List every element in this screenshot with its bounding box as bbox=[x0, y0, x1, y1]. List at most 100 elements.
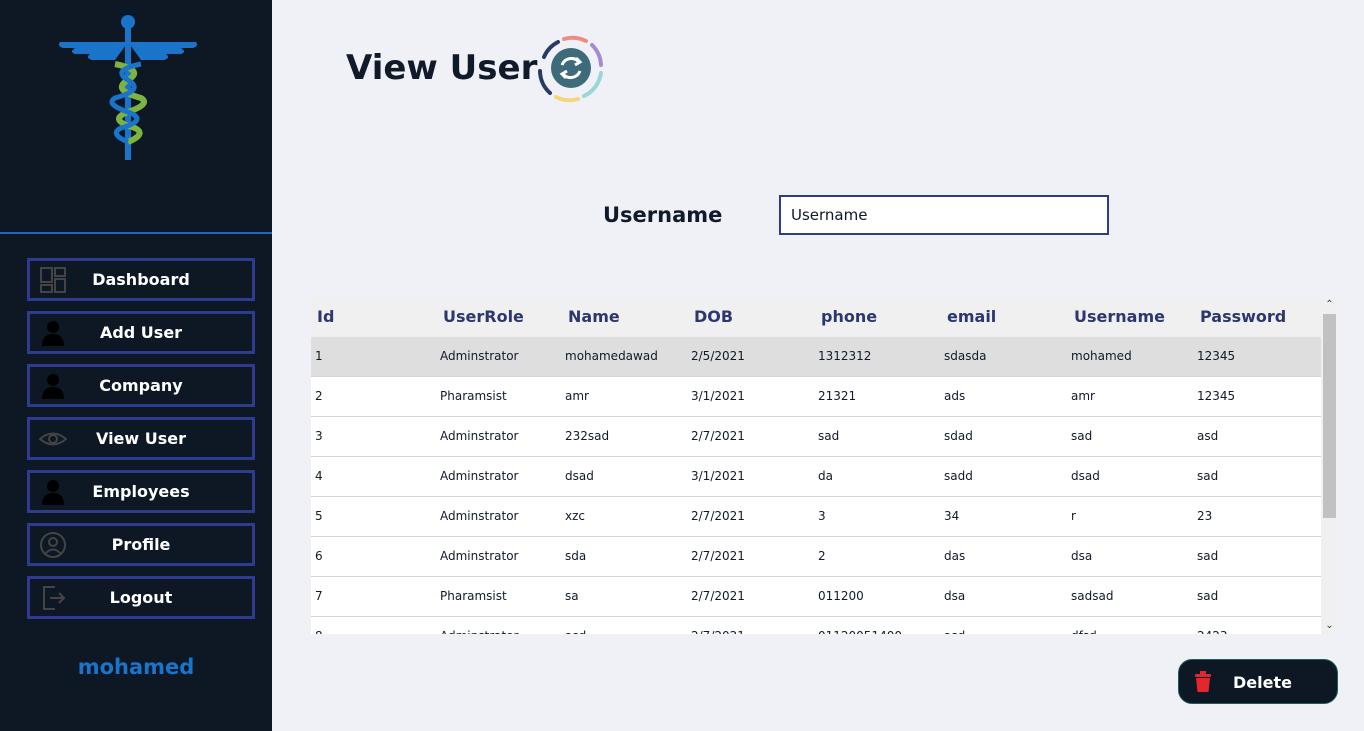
cell-id: 3 bbox=[315, 429, 323, 443]
eye-icon bbox=[39, 432, 67, 446]
cell-username: r bbox=[1071, 509, 1076, 523]
cell-phone: 01120051400 bbox=[818, 629, 902, 634]
cell-name: xzc bbox=[565, 509, 585, 523]
refresh-icon[interactable] bbox=[532, 31, 610, 107]
username-label: Username bbox=[603, 203, 723, 227]
nav-add-user-label: Add User bbox=[99, 323, 183, 342]
column-header-userrole[interactable]: UserRole bbox=[443, 307, 524, 326]
cell-userrole: Pharamsist bbox=[440, 389, 507, 403]
nav-logout-label: Logout bbox=[109, 588, 173, 607]
cell-password: asd bbox=[1197, 429, 1219, 443]
delete-button[interactable]: Delete bbox=[1178, 659, 1338, 704]
table-header: Id UserRole Name DOB phone email Usernam… bbox=[311, 297, 1321, 337]
column-header-dob[interactable]: DOB bbox=[694, 307, 733, 326]
column-header-password[interactable]: Password bbox=[1200, 307, 1286, 326]
cell-phone: 3 bbox=[818, 509, 826, 523]
cell-id: 6 bbox=[315, 549, 323, 563]
column-header-email[interactable]: email bbox=[947, 307, 996, 326]
nav-logout-button[interactable]: Logout bbox=[27, 576, 255, 619]
cell-id: 2 bbox=[315, 389, 323, 403]
nav-company-button[interactable]: Company bbox=[27, 364, 255, 407]
cell-name: 232sad bbox=[565, 429, 610, 443]
cell-name: asd bbox=[565, 629, 586, 634]
nav-profile-button[interactable]: Profile bbox=[27, 523, 255, 566]
user-icon bbox=[42, 321, 64, 346]
cell-email: das bbox=[944, 549, 966, 563]
sidebar: Dashboard Add User Company View User Emp… bbox=[0, 0, 272, 731]
nav-view-user-label: View User bbox=[95, 429, 187, 448]
cell-password: 12345 bbox=[1197, 389, 1236, 403]
table-scrollbar[interactable]: ⌃ ⌄ bbox=[1321, 297, 1338, 634]
cell-phone: 011200 bbox=[818, 589, 864, 603]
cell-name: dsad bbox=[565, 469, 594, 483]
table-row[interactable]: 7 Pharamsist sa 2/7/2021 011200 dsa sadsad sad bbox=[311, 577, 1321, 617]
sidebar-divider bbox=[0, 232, 272, 234]
cell-username: amr bbox=[1071, 389, 1095, 403]
cell-email: asd bbox=[944, 629, 965, 634]
cell-name: amr bbox=[565, 389, 589, 403]
cell-dob: 2/5/2021 bbox=[691, 349, 745, 363]
user-icon bbox=[42, 374, 64, 399]
cell-username: dsa bbox=[1071, 549, 1093, 563]
page-title: View User bbox=[346, 48, 538, 88]
cell-dob: 2/7/2021 bbox=[691, 629, 745, 634]
scroll-up-icon[interactable]: ⌃ bbox=[1321, 297, 1338, 313]
cell-dob: 2/7/2021 bbox=[691, 509, 745, 523]
cell-dob: 3/1/2021 bbox=[691, 469, 745, 483]
cell-id: 4 bbox=[315, 469, 323, 483]
current-user-name: mohamed bbox=[77, 655, 195, 679]
table-row[interactable]: 1 Adminstrator mohamedawad 2/5/2021 1312312 s… bbox=[311, 337, 1321, 377]
table-row[interactable]: 8 Adminstrator asd 2/7/2021 01120051400 asd df… bbox=[311, 617, 1321, 634]
cell-email: sdad bbox=[944, 429, 973, 443]
table-row[interactable]: 4 Adminstrator dsad 3/1/2021 da sadd dsad sad bbox=[311, 457, 1321, 497]
nav-add-user-button[interactable]: Add User bbox=[27, 311, 255, 354]
cell-password: sad bbox=[1197, 589, 1219, 603]
cell-password: sad bbox=[1197, 469, 1219, 483]
cell-password: sad bbox=[1197, 549, 1219, 563]
caduceus-logo bbox=[59, 15, 197, 160]
table-row[interactable]: 6 Adminstrator sda 2/7/2021 2 das dsa sad bbox=[311, 537, 1321, 577]
cell-phone: 1312312 bbox=[818, 349, 872, 363]
nav-dashboard-button[interactable]: Dashboard bbox=[27, 258, 255, 301]
delete-label: Delete bbox=[1233, 673, 1292, 692]
nav-profile-label: Profile bbox=[111, 535, 171, 554]
cell-email: sdasda bbox=[944, 349, 987, 363]
dashboard-icon bbox=[40, 267, 66, 293]
cell-email: ads bbox=[944, 389, 966, 403]
cell-dob: 2/7/2021 bbox=[691, 549, 745, 563]
table-row[interactable]: 2 Pharamsist amr 3/1/2021 21321 ads amr 12345 bbox=[311, 377, 1321, 417]
cell-email: sadd bbox=[944, 469, 973, 483]
cell-name: sa bbox=[565, 589, 579, 603]
cell-userrole: Adminstrator bbox=[440, 469, 519, 483]
nav-company-label: Company bbox=[99, 376, 183, 395]
cell-username: sadsad bbox=[1071, 589, 1114, 603]
column-header-name[interactable]: Name bbox=[568, 307, 620, 326]
cell-username: mohamed bbox=[1071, 349, 1132, 363]
cell-userrole: Adminstrator bbox=[440, 549, 519, 563]
cell-userrole: Adminstrator bbox=[440, 349, 519, 363]
cell-email: 34 bbox=[944, 509, 960, 523]
cell-username: dsad bbox=[1071, 469, 1100, 483]
scroll-thumb[interactable] bbox=[1323, 314, 1336, 518]
username-search-input[interactable] bbox=[779, 195, 1109, 235]
scroll-down-icon[interactable]: ⌄ bbox=[1321, 618, 1338, 634]
cell-id: 1 bbox=[315, 349, 323, 363]
logout-icon bbox=[43, 586, 66, 610]
nav-view-user-button[interactable]: View User bbox=[27, 417, 255, 460]
cell-password: 12345 bbox=[1197, 349, 1236, 363]
column-header-phone[interactable]: phone bbox=[821, 307, 877, 326]
nav-employees-button[interactable]: Employees bbox=[27, 470, 255, 513]
user-icon bbox=[42, 480, 64, 505]
table-row[interactable]: 3 Adminstrator 232sad 2/7/2021 sad sdad sad asd bbox=[311, 417, 1321, 457]
cell-name: sda bbox=[565, 549, 587, 563]
cell-userrole: Adminstrator bbox=[440, 629, 518, 634]
cell-dob: 3/1/2021 bbox=[691, 389, 745, 403]
column-header-id[interactable]: Id bbox=[317, 307, 334, 326]
profile-icon bbox=[40, 532, 66, 558]
trash-icon bbox=[1195, 671, 1211, 692]
table-row[interactable]: 5 Adminstrator xzc 2/7/2021 3 34 r 23 bbox=[311, 497, 1321, 537]
cell-id: 8 bbox=[315, 629, 323, 634]
column-header-username[interactable]: Username bbox=[1074, 307, 1165, 326]
cell-username: dfsd bbox=[1071, 629, 1097, 634]
cell-username: sad bbox=[1071, 429, 1093, 443]
